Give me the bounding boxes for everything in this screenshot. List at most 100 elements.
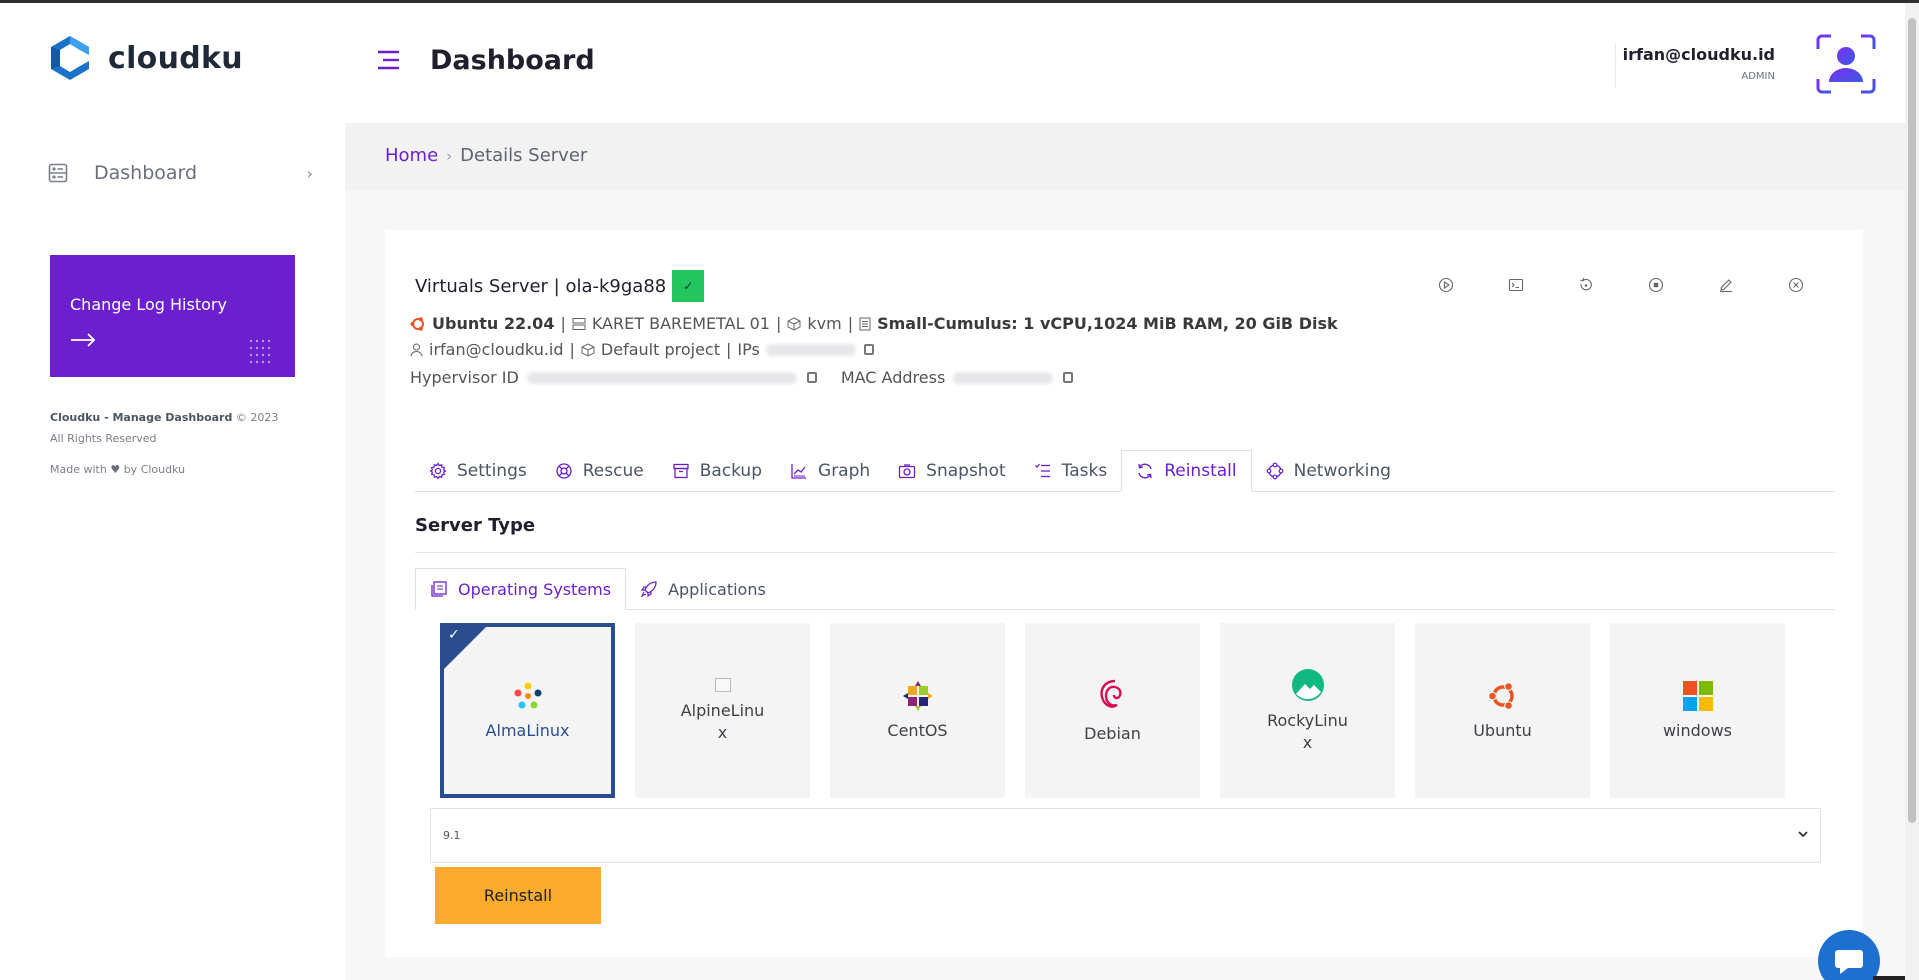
tab-rescue[interactable]: Rescue bbox=[541, 450, 658, 492]
page-scrollbar[interactable] bbox=[1905, 3, 1919, 980]
tab-operating-systems[interactable]: Operating Systems bbox=[415, 568, 627, 610]
ubuntu-logo-icon bbox=[410, 316, 424, 331]
os-name: AlmaLinux bbox=[485, 720, 570, 740]
avatar-icon[interactable] bbox=[1815, 33, 1877, 95]
centos-logo-icon bbox=[902, 680, 933, 711]
tab-label: Rescue bbox=[582, 461, 644, 481]
cube-icon bbox=[787, 316, 801, 331]
separator: | bbox=[847, 314, 854, 333]
os-option-windows[interactable]: windows bbox=[1610, 623, 1785, 798]
check-icon: ✓ bbox=[448, 627, 460, 643]
rocket-icon bbox=[640, 581, 657, 598]
copy-icon[interactable] bbox=[863, 344, 874, 355]
tab-snapshot[interactable]: Snapshot bbox=[884, 450, 1019, 492]
gear-icon bbox=[429, 462, 447, 480]
divider bbox=[415, 552, 1835, 553]
server-detail-card: Virtuals Server | ola-k9ga88 ✓ Ubuntu 22… bbox=[385, 230, 1863, 957]
copy-icon[interactable] bbox=[806, 372, 817, 383]
server-owner: irfan@cloudku.id bbox=[429, 340, 564, 359]
os-option-centos[interactable]: CentOS bbox=[830, 623, 1005, 798]
hypervisor-id-redacted bbox=[526, 371, 797, 384]
change-log-history-card[interactable]: Change Log History bbox=[50, 255, 295, 377]
tab-backup[interactable]: Backup bbox=[658, 450, 776, 492]
mac-address-redacted bbox=[953, 371, 1054, 384]
os-option-alpinelinux[interactable]: AlpineLinux bbox=[635, 623, 810, 798]
section-title: Server Type bbox=[415, 515, 536, 536]
tasks-icon bbox=[1034, 463, 1050, 478]
refresh-icon bbox=[1138, 463, 1152, 479]
footer-copyright: Cloudku - Manage Dashboard © 2023 bbox=[50, 411, 278, 424]
server-os: Ubuntu 22.04 bbox=[432, 314, 555, 333]
reinstall-button[interactable]: Reinstall bbox=[435, 867, 601, 924]
hamburger-menu-icon[interactable] bbox=[375, 49, 401, 71]
scrollbar-thumb[interactable] bbox=[1908, 18, 1916, 823]
os-version-select[interactable]: 9.1 bbox=[430, 808, 1821, 863]
os-option-almalinux[interactable]: ✓ AlmaLinux bbox=[440, 623, 615, 798]
brand-logo[interactable]: cloudku bbox=[50, 35, 243, 81]
delete-icon[interactable] bbox=[1785, 274, 1807, 296]
stop-icon[interactable] bbox=[1645, 274, 1667, 296]
sidebar-item-dashboard[interactable]: Dashboard › bbox=[48, 158, 313, 188]
os-name: Debian bbox=[1084, 723, 1141, 743]
server-title-row: Virtuals Server | ola-k9ga88 ✓ bbox=[415, 270, 705, 302]
tab-label: Settings bbox=[457, 461, 527, 481]
os-name: RockyLinux bbox=[1267, 710, 1348, 752]
hypervisor-label: Hypervisor ID bbox=[410, 368, 519, 387]
sidebar-item-label: Dashboard bbox=[94, 162, 198, 184]
separator: | bbox=[775, 314, 782, 333]
user-role: ADMIN bbox=[1741, 71, 1775, 82]
os-name: Ubuntu bbox=[1473, 720, 1532, 740]
server-ids-row: Hypervisor ID MAC Address bbox=[410, 368, 1074, 387]
tab-label: Snapshot bbox=[926, 461, 1006, 481]
chat-widget-bar bbox=[1873, 976, 1905, 980]
top-header: Dashboard irfan@cloudku.id ADMIN bbox=[345, 3, 1905, 123]
lifebuoy-icon bbox=[556, 463, 572, 479]
tab-networking[interactable]: Networking bbox=[1252, 450, 1405, 492]
server-plan: Small-Cumulus: 1 vCPU,1024 MiB RAM, 20 G… bbox=[877, 314, 1338, 333]
archive-icon bbox=[673, 463, 689, 479]
footer-made-with: Made with ♥ by Cloudku bbox=[50, 463, 185, 476]
ip-address-redacted bbox=[765, 343, 856, 356]
separator: | bbox=[569, 340, 575, 359]
tab-reinstall[interactable]: Reinstall bbox=[1121, 450, 1252, 492]
os-name: AlpineLinux bbox=[680, 700, 765, 742]
tab-label: Tasks bbox=[1061, 461, 1108, 481]
chat-widget-button[interactable] bbox=[1818, 930, 1880, 980]
os-name: CentOS bbox=[887, 720, 948, 740]
edit-icon[interactable] bbox=[1715, 274, 1737, 296]
network-icon bbox=[1266, 462, 1284, 480]
os-option-ubuntu[interactable]: Ubuntu bbox=[1415, 623, 1590, 798]
change-log-label: Change Log History bbox=[70, 295, 227, 314]
camera-icon bbox=[899, 464, 916, 479]
tab-applications[interactable]: Applications bbox=[626, 568, 780, 610]
breadcrumb: Home › Details Server bbox=[385, 145, 587, 166]
os-option-rockylinux[interactable]: RockyLinux bbox=[1220, 623, 1395, 798]
sidebar: cloudku Dashboard › Change Log History C… bbox=[0, 3, 345, 980]
dashboard-icon bbox=[48, 163, 68, 183]
tab-label: Backup bbox=[699, 461, 763, 481]
tab-settings[interactable]: Settings bbox=[415, 450, 541, 492]
server-owner-row: irfan@cloudku.id | Default project | IPs bbox=[410, 340, 874, 359]
copy-icon[interactable] bbox=[1063, 372, 1074, 383]
restart-icon[interactable] bbox=[1575, 274, 1597, 296]
breadcrumb-home-link[interactable]: Home bbox=[385, 145, 438, 166]
tab-tasks[interactable]: Tasks bbox=[1020, 450, 1122, 492]
play-icon[interactable] bbox=[1435, 274, 1457, 296]
os-option-debian[interactable]: Debian bbox=[1025, 623, 1200, 798]
footer-made-with-suffix: by Cloudku bbox=[123, 463, 186, 476]
page-title: Dashboard bbox=[430, 45, 595, 76]
console-icon[interactable] bbox=[1505, 274, 1527, 296]
ubuntu-logo-icon bbox=[1487, 681, 1514, 710]
windows-logo-icon bbox=[1682, 680, 1713, 711]
footer-rights: All Rights Reserved bbox=[50, 432, 157, 445]
chat-bubble-icon bbox=[1835, 950, 1863, 974]
user-info[interactable]: irfan@cloudku.id ADMIN bbox=[1615, 43, 1775, 89]
broken-image-icon bbox=[714, 677, 731, 692]
brand-name: cloudku bbox=[108, 40, 243, 76]
tab-graph[interactable]: Graph bbox=[776, 450, 884, 492]
server-specs-row: Ubuntu 22.04 | KARET BAREMETAL 01 | kvm … bbox=[410, 314, 1338, 333]
dots-pattern-icon bbox=[249, 339, 271, 364]
server-project: Default project bbox=[600, 340, 720, 359]
separator: | bbox=[560, 314, 566, 333]
breadcrumb-current: Details Server bbox=[460, 145, 588, 166]
